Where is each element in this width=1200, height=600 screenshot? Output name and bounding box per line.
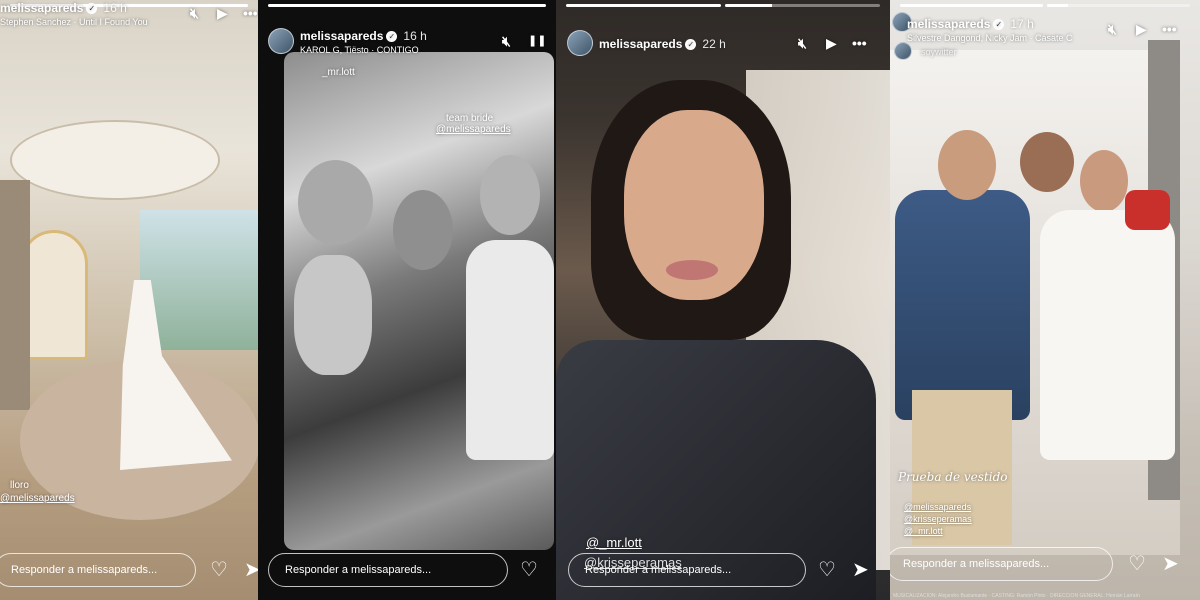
play-icon[interactable]: ▶: [1136, 21, 1147, 38]
mention-tag[interactable]: @_mr.lott: [586, 535, 642, 550]
story-header: melissapareds ✓ 16 h Stephen Sanchez · Unt…: [0, 1, 258, 62]
story-panel-1[interactable]: melissapareds ✓ 16 h Stephen Sanchez · Unt…: [0, 0, 258, 600]
play-icon[interactable]: ▶: [217, 5, 228, 22]
person-face: [1020, 132, 1074, 192]
curtain: [0, 180, 30, 410]
verified-icon: ✓: [386, 31, 398, 43]
music-label[interactable]: Silvestre Dangond, Nicky Jam · Cásate C: [907, 33, 1073, 43]
story-progress: [900, 4, 1190, 7]
username[interactable]: melissapareds ✓ 17 h: [907, 17, 1034, 31]
mute-icon[interactable]: 🔇︎: [798, 35, 807, 52]
send-icon[interactable]: ➤: [244, 557, 258, 582]
person-face: [1080, 150, 1128, 212]
verified-icon: ✓: [86, 3, 98, 15]
send-icon[interactable]: ➤: [852, 557, 869, 582]
caption-text: lloro: [10, 480, 29, 491]
timestamp: 16 h: [403, 29, 427, 43]
story-panel-4[interactable]: melissapareds ✓ 17 h Silvestre Dangond, Ni…: [890, 0, 1200, 600]
person-face: [938, 130, 996, 200]
collab-avatar[interactable]: [894, 42, 912, 60]
ceiling-dome: [10, 120, 220, 200]
story-panel-2[interactable]: melissapareds ✓ 16 h KAROL G, Tiësto · CON…: [258, 0, 556, 600]
person-face: [393, 190, 453, 270]
person-face: [480, 155, 540, 235]
mention-tag[interactable]: @melissapareds: [436, 124, 511, 135]
more-icon[interactable]: •••: [243, 5, 258, 21]
more-icon[interactable]: •••: [852, 35, 867, 51]
broadcast-credits: MUSICALIZACIÓN: Alejandro Bustamante · C…: [893, 593, 1140, 599]
mute-icon[interactable]: 🔇︎: [1108, 21, 1117, 38]
music-label[interactable]: Stephen Sanchez · Until I Found You: [0, 17, 148, 27]
story-progress: [566, 4, 880, 7]
lips: [666, 260, 718, 280]
white-dress: [1040, 210, 1175, 460]
white-robe: [466, 240, 554, 460]
verified-icon: ✓: [993, 19, 1005, 31]
username[interactable]: melissapareds ✓ 16 h: [0, 1, 127, 15]
mirror: [20, 230, 88, 360]
play-icon[interactable]: ▶: [826, 35, 837, 52]
heart-icon[interactable]: ♡: [520, 557, 538, 582]
person-face: [294, 255, 372, 375]
verified-icon: ✓: [685, 39, 697, 51]
person-face: [298, 160, 373, 245]
heart-icon[interactable]: ♡: [818, 557, 836, 582]
avatar[interactable]: [567, 30, 593, 56]
story-progress: [268, 4, 546, 7]
person-denim: [895, 190, 1030, 420]
reply-input[interactable]: Responder a melissapareds...: [0, 553, 196, 587]
more-icon[interactable]: •••: [1162, 21, 1177, 37]
timestamp: 17 h: [1010, 17, 1034, 31]
story-panel-3[interactable]: melissapareds ✓ 22 h 🔇︎ ▶ ••• @_mr.lott @k…: [556, 0, 890, 600]
pause-icon[interactable]: ❚❚: [528, 34, 546, 47]
music-label[interactable]: KAROL G, Tiësto · CONTIGO: [300, 45, 419, 55]
collab-username[interactable]: soywitter: [921, 47, 957, 57]
mention-tag[interactable]: @melissapareds: [904, 502, 971, 512]
heart-icon[interactable]: ♡: [1128, 551, 1146, 576]
caption-text: Prueba de vestido: [898, 470, 1008, 484]
caption-text: team bride: [446, 113, 494, 124]
send-icon[interactable]: ➤: [1162, 551, 1179, 576]
red-top: [1125, 190, 1170, 230]
mention-tag[interactable]: @melissapareds: [0, 493, 75, 504]
reply-input[interactable]: Responder a melissapareds...: [568, 553, 806, 587]
reply-input[interactable]: Responder a melissapareds...: [268, 553, 508, 587]
username[interactable]: melissapareds ✓ 16 h: [300, 29, 427, 43]
avatar[interactable]: [268, 28, 294, 54]
timestamp: 16 h: [103, 1, 127, 15]
reply-input[interactable]: Responder a melissapareds...: [890, 547, 1113, 581]
timestamp: 22 h: [702, 37, 726, 51]
mute-icon[interactable]: 🔇︎: [502, 33, 511, 50]
mute-icon[interactable]: 🔇︎: [190, 5, 199, 22]
heart-icon[interactable]: ♡: [210, 557, 228, 582]
username[interactable]: melissapareds ✓ 22 h: [599, 37, 726, 51]
mention-tag[interactable]: @krisseperamas: [904, 514, 972, 524]
mention-tag[interactable]: @_mr.lott: [904, 526, 943, 536]
mention-tag[interactable]: _mr.lott: [322, 67, 355, 78]
